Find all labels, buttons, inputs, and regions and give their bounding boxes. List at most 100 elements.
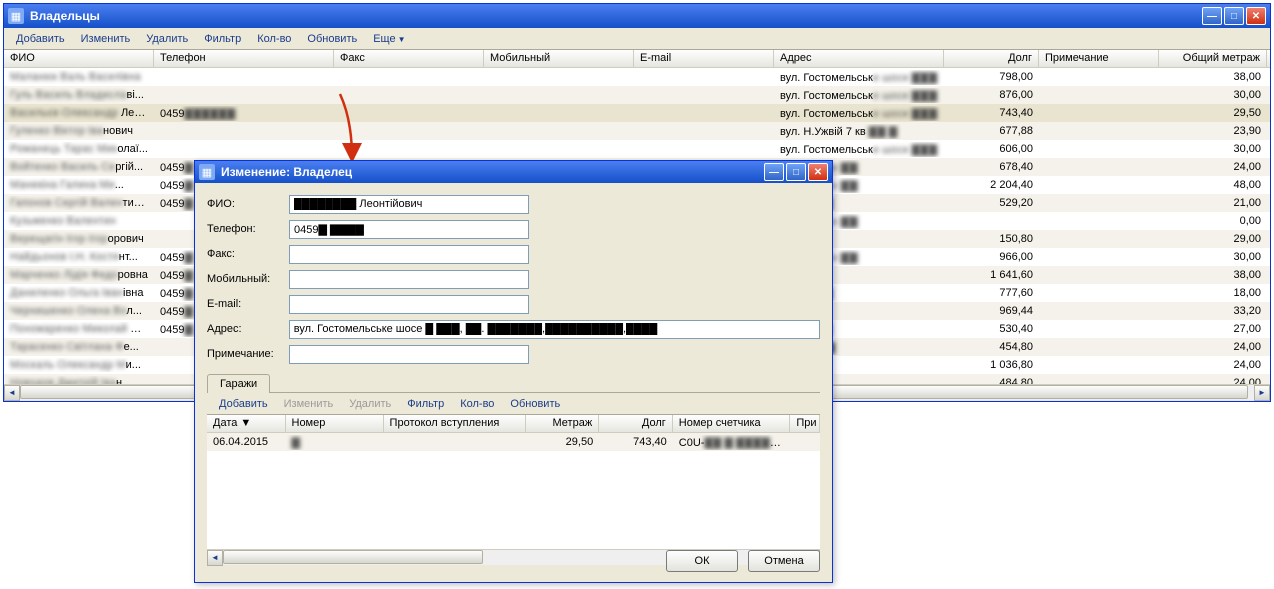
cell-fio: Кузьменко Валентин xyxy=(4,214,154,228)
dialog-maximize-button[interactable]: □ xyxy=(786,163,806,181)
cell-debt: 1 641,60 xyxy=(944,268,1039,282)
address-field[interactable] xyxy=(289,320,820,339)
cell-fio: Гуленко Віктор Іванович xyxy=(4,124,154,138)
cell-note xyxy=(1039,94,1159,96)
cell-metr: 21,00 xyxy=(1159,196,1267,210)
sub-scroll-left-button[interactable]: ◄ xyxy=(207,550,223,566)
table-row[interactable]: Романець Тарас Миколаї... вул. Гостомельс… xyxy=(4,140,1270,158)
cell-fio: Пономаренко Миколай Андр... xyxy=(4,322,154,336)
cell-note xyxy=(1039,76,1159,78)
cell-debt: 677,88 xyxy=(944,124,1039,138)
cell-fio: Найдьонов І.Н. Костянт... xyxy=(4,250,154,264)
cell-note xyxy=(1039,274,1159,276)
sub-menu-add[interactable]: Добавить xyxy=(211,396,276,412)
sub-cell-note-val xyxy=(790,441,820,443)
table-row[interactable]: Гуленко Віктор Іванович вул. Н.Ужвій 7 кв… xyxy=(4,122,1270,140)
cell-note xyxy=(1039,130,1159,132)
cell-note xyxy=(1039,202,1159,204)
note-field[interactable] xyxy=(289,345,529,364)
sub-col-protocol[interactable]: Протокол вступления xyxy=(384,415,526,432)
dialog-icon: ▦ xyxy=(199,164,215,180)
close-button[interactable]: ✕ xyxy=(1246,7,1266,25)
cell-address: вул. Гостомельське шосе ▇▇▇ xyxy=(774,142,944,157)
cell-fax xyxy=(334,148,484,150)
main-title: Владельцы xyxy=(30,9,1202,23)
cell-note xyxy=(1039,364,1159,366)
sub-menu-filter[interactable]: Фильтр xyxy=(399,396,452,412)
col-mobile[interactable]: Мобильный xyxy=(484,50,634,67)
minimize-button[interactable]: — xyxy=(1202,7,1222,25)
sub-col-number[interactable]: Номер xyxy=(286,415,384,432)
col-address[interactable]: Адрес xyxy=(774,50,944,67)
mobile-field[interactable] xyxy=(289,270,529,289)
cell-debt: 454,80 xyxy=(944,340,1039,354)
maximize-button[interactable]: □ xyxy=(1224,7,1244,25)
col-note[interactable]: Примечание xyxy=(1039,50,1159,67)
tab-garages[interactable]: Гаражи xyxy=(207,374,270,393)
scroll-left-button[interactable]: ◄ xyxy=(4,385,20,401)
dialog-close-button[interactable]: ✕ xyxy=(808,163,828,181)
col-email[interactable]: E-mail xyxy=(634,50,774,67)
sub-col-metr[interactable]: Метраж xyxy=(526,415,600,432)
sub-cell-meter: C0U-▇▇ ▇ ▇▇▇▇▇▇ xyxy=(673,435,791,450)
sub-col-note[interactable]: При xyxy=(790,415,820,432)
fio-field[interactable] xyxy=(289,195,529,214)
sub-table-row[interactable]: 06.04.2015 ▇ 29,50 743,40 C0U-▇▇ ▇ ▇▇▇▇▇… xyxy=(207,433,820,451)
sub-scroll-thumb[interactable] xyxy=(223,550,483,564)
sub-col-date[interactable]: Дата ▼ xyxy=(207,415,286,432)
menu-edit[interactable]: Изменить xyxy=(73,31,139,47)
col-phone[interactable]: Телефон xyxy=(154,50,334,67)
cell-fio: Даниленко Ольга Іванівна xyxy=(4,286,154,300)
cell-metr: 38,00 xyxy=(1159,70,1267,84)
cell-metr: 29,50 xyxy=(1159,106,1267,120)
sub-cell-number: ▇ xyxy=(285,435,383,450)
menu-filter[interactable]: Фильтр xyxy=(196,31,249,47)
cell-metr: 48,00 xyxy=(1159,178,1267,192)
cell-address: вул. Н.Ужвій 7 кв ▇▇ ▇ xyxy=(774,124,944,139)
menu-add[interactable]: Добавить xyxy=(8,31,73,47)
cell-phone xyxy=(154,94,334,96)
table-row[interactable]: Васильєв Олександр Лео...0459▇▇▇▇▇▇вул. … xyxy=(4,104,1270,122)
col-fio[interactable]: ФИО xyxy=(4,50,154,67)
cell-fio: Гапонов Сергій Валентинович xyxy=(4,196,154,210)
cell-debt: 606,00 xyxy=(944,142,1039,156)
sub-col-meter[interactable]: Номер счетчика xyxy=(673,415,791,432)
cell-note xyxy=(1039,112,1159,114)
grid-header: ФИО Телефон Факс Мобильный E-mail Адрес … xyxy=(4,50,1270,68)
cell-debt: 529,20 xyxy=(944,196,1039,210)
email-field[interactable] xyxy=(289,295,529,314)
menu-refresh[interactable]: Обновить xyxy=(299,31,365,47)
col-metr[interactable]: Общий метраж xyxy=(1159,50,1267,67)
col-fax[interactable]: Факс xyxy=(334,50,484,67)
cell-metr: 38,00 xyxy=(1159,268,1267,282)
table-row[interactable]: Маланюк Валь Василівнавул. Гостомельське… xyxy=(4,68,1270,86)
cell-email xyxy=(634,94,774,96)
fax-field[interactable] xyxy=(289,245,529,264)
label-phone: Телефон: xyxy=(207,223,289,235)
cell-fax xyxy=(334,112,484,114)
cell-fio: Романець Тарас Миколаї... xyxy=(4,142,154,156)
cancel-button[interactable]: Отмена xyxy=(748,550,820,572)
ok-button[interactable]: ОК xyxy=(666,550,738,572)
phone-field[interactable] xyxy=(289,220,529,239)
scroll-right-button[interactable]: ► xyxy=(1254,385,1270,401)
label-fio: ФИО: xyxy=(207,198,289,210)
cell-mobile xyxy=(484,130,634,132)
table-row[interactable]: Гуль Василь Владиславі...вул. Гостомельс… xyxy=(4,86,1270,104)
dialog-title: Изменение: Владелец xyxy=(221,165,764,179)
sub-menu-refresh[interactable]: Обновить xyxy=(502,396,568,412)
menu-delete[interactable]: Удалить xyxy=(138,31,196,47)
dialog-minimize-button[interactable]: — xyxy=(764,163,784,181)
col-debt[interactable]: Долг xyxy=(944,50,1039,67)
label-email: E-mail: xyxy=(207,298,289,310)
sub-menu-count[interactable]: Кол-во xyxy=(452,396,502,412)
menu-count[interactable]: Кол-во xyxy=(249,31,299,47)
dialog-titlebar: ▦ Изменение: Владелец — □ ✕ xyxy=(195,161,832,183)
cell-email xyxy=(634,112,774,114)
cell-address: вул. Гостомельське шосе ▇▇▇ xyxy=(774,70,944,85)
cell-metr: 30,00 xyxy=(1159,88,1267,102)
menu-more[interactable]: Еще▼ xyxy=(365,31,413,47)
sub-menu-delete: Удалить xyxy=(341,396,399,412)
cell-debt: 150,80 xyxy=(944,232,1039,246)
sub-col-debt[interactable]: Долг xyxy=(599,415,673,432)
